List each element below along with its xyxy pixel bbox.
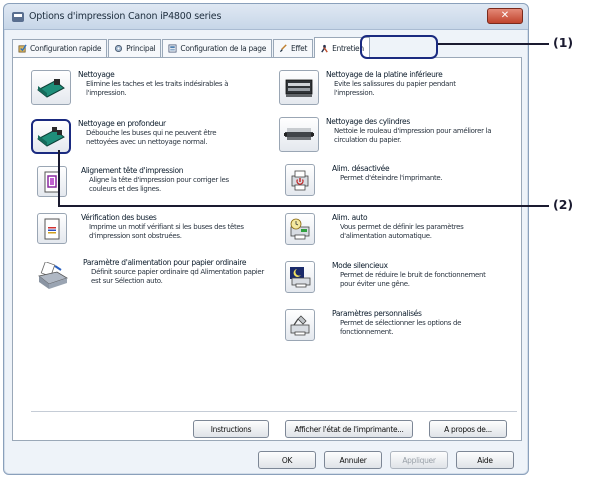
- close-button[interactable]: ✕: [487, 8, 523, 24]
- item-description: Permet de sélectionner les options de fo…: [340, 319, 462, 336]
- item-description: Permet d'éteindre l'imprimante.: [340, 174, 443, 182]
- head-alignment-button[interactable]: [37, 166, 67, 197]
- item-name: Alignement tête d'impression: [81, 166, 184, 175]
- maintenance-item-roller-cleaning: Nettoyage des cylindres Nettoie le roule…: [279, 117, 496, 152]
- maintenance-item-power-off: Alim. désactivée Permet d'éteindre l'imp…: [285, 164, 502, 196]
- item-description: Nettoie le rouleau d'impression pour amé…: [334, 127, 492, 144]
- maintenance-item-deep-cleaning: Nettoyage en profondeur Débouche les bus…: [31, 119, 248, 154]
- item-description: Evite les salissures du papier pendant l…: [334, 80, 456, 97]
- callout-line-1: [437, 43, 549, 45]
- quiet-mode-button[interactable]: [285, 261, 315, 293]
- item-description: Aligne la tête d'impression pour corrige…: [89, 176, 229, 193]
- item-name: Paramètres personnalisés: [332, 309, 422, 318]
- maintenance-panel: Nettoyage Elimine les taches et les trai…: [12, 57, 522, 441]
- roller-cleaning-icon: [284, 127, 314, 140]
- printer-app-icon: [12, 11, 24, 22]
- callout-label-1: (1): [553, 35, 574, 50]
- maintenance-item-nozzle-check: Vérification des buses Imprime un motif …: [37, 213, 251, 244]
- effects-brush-icon: [279, 44, 287, 53]
- panel-divider: [31, 411, 517, 412]
- about-button[interactable]: A propos de...: [429, 420, 507, 438]
- item-name: Alim. désactivée: [332, 164, 390, 173]
- plain-paper-printer-icon: [38, 261, 68, 289]
- title-bar: Options d'impression Canon iP4800 series…: [4, 4, 528, 30]
- close-icon: ✕: [500, 10, 510, 21]
- cleaning-icon: [37, 78, 65, 98]
- bottom-plate-cleaning-button[interactable]: [279, 70, 319, 105]
- cancel-button[interactable]: Annuler: [324, 451, 382, 469]
- item-name: Paramètre d'alimentation pour papier ord…: [83, 258, 247, 267]
- tab-page-setup[interactable]: Configuration de la page: [162, 39, 273, 57]
- maintenance-tools-icon: [321, 44, 328, 52]
- maintenance-item-plain-paper-feed: Paramètre d'alimentation pour papier ord…: [35, 258, 273, 293]
- item-description: Permet de réduire le bruit de fonctionne…: [340, 271, 486, 288]
- tab-effects[interactable]: Effet: [273, 39, 314, 57]
- maintenance-item-head-alignment: Alignement tête d'impression Aligne la t…: [37, 166, 251, 197]
- item-name: Alim. auto: [332, 213, 368, 222]
- item-description: Imprime un motif vérifiant si les buses …: [89, 223, 244, 240]
- callout-label-2: (2): [553, 197, 574, 212]
- bottom-plate-printer-icon: [285, 79, 313, 97]
- item-name: Mode silencieux: [332, 261, 388, 270]
- deep-cleaning-icon: [37, 126, 65, 147]
- custom-settings-icon: [290, 315, 310, 336]
- maintenance-tab-highlight: [360, 35, 438, 59]
- window-title: Options d'impression Canon iP4800 series: [29, 11, 222, 22]
- maintenance-item-cleaning: Nettoyage Elimine les taches et les trai…: [31, 70, 248, 105]
- maintenance-item-bottom-plate-cleaning: Nettoyage de la platine inférieure Evite…: [279, 70, 496, 105]
- quick-setup-icon: [18, 44, 27, 53]
- item-name: Vérification des buses: [81, 213, 157, 222]
- page-setup-icon: [168, 44, 177, 53]
- tab-main[interactable]: Principal: [108, 39, 162, 57]
- instructions-button[interactable]: Instructions: [193, 420, 269, 438]
- auto-power-button[interactable]: [285, 213, 315, 245]
- apply-button[interactable]: Appliquer: [390, 451, 448, 469]
- roller-cleaning-button[interactable]: [279, 117, 319, 152]
- maintenance-item-quiet-mode: Mode silencieux Permet de réduire le bru…: [285, 261, 502, 293]
- maintenance-item-custom-settings: Paramètres personnalisés Permet de sélec…: [285, 309, 502, 341]
- item-name: Nettoyage de la platine inférieure: [326, 70, 443, 79]
- tab-quick-setup[interactable]: Configuration rapide: [12, 39, 108, 57]
- printer-options-window: Options d'impression Canon iP4800 series…: [3, 3, 529, 475]
- quiet-mode-icon: [290, 267, 311, 288]
- power-off-button[interactable]: [285, 164, 315, 196]
- cleaning-button[interactable]: [31, 70, 71, 105]
- item-description: Vous permet de définir les paramètres d'…: [340, 223, 464, 240]
- help-button[interactable]: Aide: [456, 451, 514, 469]
- tab-bar: Configuration rapide Principal Configura…: [12, 37, 371, 58]
- auto-power-clock-icon: [290, 218, 310, 240]
- callout-line-2-vertical: [58, 150, 60, 207]
- item-description: Elimine les taches et les traits indésir…: [86, 80, 229, 97]
- printer-status-button[interactable]: Afficher l'état de l'imprimante...: [285, 420, 413, 438]
- item-name: Nettoyage en profondeur: [78, 119, 166, 128]
- custom-settings-button[interactable]: [285, 309, 315, 341]
- item-description: Définit source papier ordinaire qd Alime…: [91, 268, 264, 285]
- deep-cleaning-button[interactable]: [31, 119, 71, 154]
- power-off-printer-icon: [291, 170, 309, 191]
- item-name: Nettoyage: [78, 70, 115, 79]
- maintenance-item-auto-power: Alim. auto Vous permet de définir les pa…: [285, 213, 502, 245]
- nozzle-check-button[interactable]: [37, 213, 67, 244]
- ok-button[interactable]: OK: [258, 451, 316, 469]
- callout-line-2-horizontal: [58, 205, 549, 207]
- main-icon: [115, 44, 123, 53]
- item-description: Débouche les buses qui ne peuvent être n…: [86, 129, 217, 146]
- nozzle-check-icon: [44, 218, 60, 239]
- plain-paper-feed-button[interactable]: [35, 258, 71, 293]
- item-name: Nettoyage des cylindres: [326, 117, 410, 126]
